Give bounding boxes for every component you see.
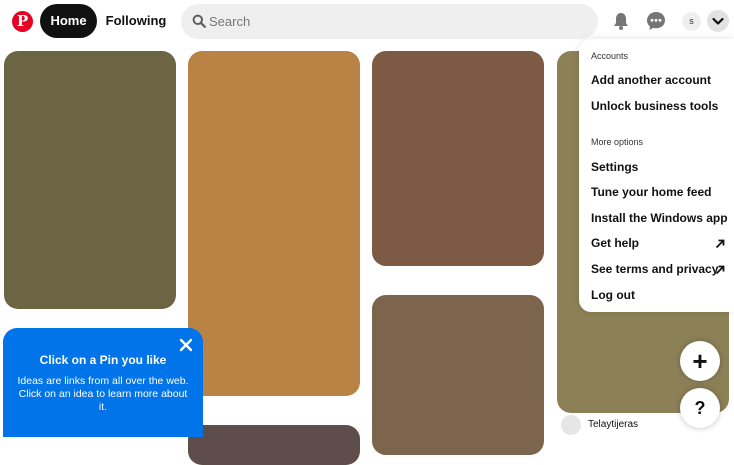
menu-item-install-app[interactable]: Install the Windows app [591, 211, 728, 225]
menu-item-add-account[interactable]: Add another account [591, 73, 711, 87]
tooltip-title: Click on a Pin you like [39, 353, 167, 367]
menu-section-more-options: More options [591, 137, 644, 147]
pin-card[interactable] [372, 295, 544, 455]
menu-item-settings[interactable]: Settings [591, 160, 638, 174]
account-menu-toggle[interactable] [707, 10, 729, 32]
top-header: P Home Following s [0, 0, 734, 44]
account-dropdown-menu: Accounts Add another account Unlock busi… [579, 39, 734, 312]
messages-icon[interactable] [645, 10, 667, 32]
pin-card[interactable] [188, 51, 360, 396]
menu-item-terms-privacy[interactable]: See terms and privacy [591, 262, 718, 276]
chevron-down-icon [712, 17, 724, 25]
create-pin-button[interactable]: + [680, 341, 720, 381]
tooltip-body: Ideas are links from all over the web. C… [17, 375, 189, 413]
menu-item-unlock-business[interactable]: Unlock business tools [591, 99, 718, 113]
menu-item-log-out[interactable]: Log out [591, 288, 635, 302]
user-avatar[interactable]: s [682, 12, 701, 31]
logo-letter: P [16, 12, 29, 30]
menu-item-get-help[interactable]: Get help [591, 236, 639, 250]
pinterest-logo-icon[interactable]: P [12, 11, 33, 32]
menu-section-accounts: Accounts [591, 51, 629, 61]
pin-user-name: Telaytijeras [588, 419, 639, 430]
external-link-icon [715, 265, 725, 275]
pin-user-avatar [561, 415, 581, 435]
menu-item-tune-feed[interactable]: Tune your home feed [591, 185, 711, 199]
search-bar[interactable] [181, 4, 598, 39]
notifications-bell-icon[interactable] [610, 10, 632, 32]
nav-following-button[interactable]: Following [104, 4, 168, 38]
search-input[interactable] [209, 4, 589, 39]
search-icon [192, 14, 206, 28]
nav-home-button[interactable]: Home [40, 4, 97, 38]
help-button[interactable]: ? [680, 388, 720, 428]
close-icon[interactable] [179, 338, 193, 352]
external-link-icon [715, 239, 725, 249]
pin-card[interactable] [372, 51, 544, 266]
pin-card[interactable] [188, 425, 360, 465]
pin-card[interactable] [4, 51, 176, 309]
onboarding-tooltip: Click on a Pin you like Ideas are links … [3, 328, 203, 437]
